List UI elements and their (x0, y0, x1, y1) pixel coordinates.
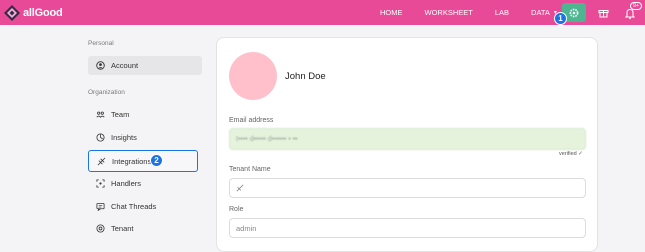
handlers-icon (96, 179, 105, 188)
step-marker-2: 2 (150, 154, 163, 167)
allgood-logo-icon (4, 4, 20, 21)
role-label: Role (229, 206, 244, 213)
top-navigation-bar: allGood HOME WORKSHEET LAB DATA ▾ 1 9+ (0, 0, 645, 25)
nav-worksheet[interactable]: WORKSHEET (425, 8, 473, 17)
verified-status: verified ✓ (559, 151, 583, 157)
role-field[interactable]: admin (229, 218, 586, 238)
user-name: John Doe (285, 71, 326, 82)
team-icon (96, 111, 105, 118)
sidebar-item-label: Team (111, 110, 130, 119)
profile-card: John Doe Email address t•••• d••••• d•••… (216, 37, 598, 252)
notification-badge: 9+ (630, 2, 643, 10)
gift-icon[interactable] (598, 7, 609, 18)
sidebar-item-label: Account (111, 61, 139, 70)
sidebar-item-insights[interactable]: Insights (88, 128, 202, 147)
user-circle-icon (96, 61, 105, 70)
tenant-icon (96, 224, 105, 233)
email-label: Email address (229, 117, 274, 124)
brand-name: allGood (23, 6, 63, 19)
personal-section-label: Personal (88, 40, 114, 47)
sidebar-item-team[interactable]: Team (88, 105, 202, 124)
sidebar-item-tenant[interactable]: Tenant (88, 219, 202, 238)
gear-icon (569, 8, 579, 17)
sidebar-item-label: Handlers (111, 179, 142, 188)
nav-data[interactable]: DATA ▾ (531, 8, 557, 17)
settings-sidebar: Personal Account Organization Team Insig… (86, 25, 206, 247)
nav-home[interactable]: HOME (380, 8, 403, 17)
main-nav: HOME WORKSHEET LAB DATA ▾ (380, 0, 579, 25)
sidebar-item-label: Insights (111, 133, 137, 142)
email-field[interactable]: t•••• d••••• d•••••• • •• (229, 128, 586, 150)
tenant-name-field[interactable] (229, 178, 586, 198)
brand[interactable]: allGood (4, 4, 63, 21)
insights-icon (96, 133, 105, 142)
sidebar-item-account[interactable]: Account (88, 56, 202, 75)
nav-lab[interactable]: LAB (495, 8, 509, 17)
avatar[interactable] (229, 52, 277, 100)
sidebar-item-label: Tenant (111, 224, 134, 233)
chat-icon (96, 202, 105, 211)
sidebar-item-label: Integrations (112, 156, 152, 166)
organization-section-label: Organization (88, 89, 125, 96)
tenant-name-label: Tenant Name (229, 166, 271, 173)
nav-data-label: DATA (531, 8, 550, 17)
step-marker-1: 1 (554, 12, 567, 25)
sidebar-item-integrations[interactable]: Integrations (88, 150, 198, 172)
integrations-icon (97, 157, 106, 165)
sidebar-item-handlers[interactable]: Handlers (88, 174, 202, 193)
sidebar-item-chat-threads[interactable]: Chat Threads (88, 197, 202, 216)
tenant-placeholder-icon (236, 184, 244, 192)
sidebar-item-label: Chat Threads (111, 202, 157, 211)
